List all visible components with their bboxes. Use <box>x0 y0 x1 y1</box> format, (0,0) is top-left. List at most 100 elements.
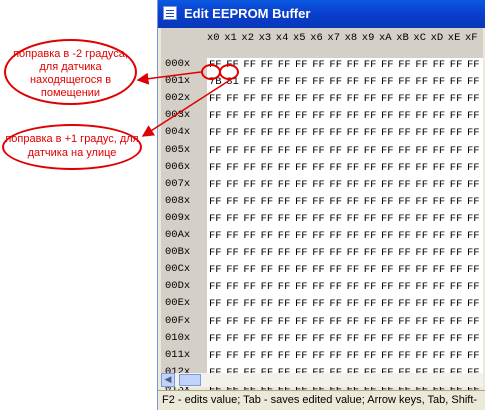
hex-cell[interactable]: FF <box>467 280 480 294</box>
hex-cell[interactable]: FF <box>381 58 394 72</box>
hex-cell[interactable]: FF <box>261 315 274 329</box>
hex-cell[interactable]: FF <box>381 349 394 363</box>
hex-cell[interactable]: FF <box>433 212 446 226</box>
hex-cell[interactable]: FF <box>329 332 342 346</box>
hex-cell[interactable]: FF <box>243 144 256 158</box>
hex-cell[interactable]: FF <box>329 161 342 175</box>
hex-cell[interactable]: FF <box>450 212 463 226</box>
hex-cell[interactable]: FF <box>209 332 222 346</box>
title-bar[interactable]: Edit EEPROM Buffer <box>158 0 485 28</box>
hex-cell[interactable]: FF <box>278 212 291 226</box>
hex-cell[interactable]: FF <box>295 229 308 243</box>
hex-cell[interactable]: FF <box>381 144 394 158</box>
hex-cell[interactable]: FF <box>226 349 239 363</box>
hex-cell[interactable]: FF <box>209 212 222 226</box>
hex-cell[interactable]: FF <box>415 229 428 243</box>
hex-cell[interactable]: FF <box>226 297 239 311</box>
hex-cell[interactable]: FF <box>450 178 463 192</box>
hex-cell[interactable]: FF <box>312 263 325 277</box>
hex-cell[interactable]: FF <box>226 178 239 192</box>
hex-cell[interactable]: FF <box>278 263 291 277</box>
hex-cell[interactable]: FF <box>381 92 394 106</box>
hex-cell[interactable]: FF <box>467 58 480 72</box>
hex-cell[interactable]: FF <box>433 349 446 363</box>
hex-cell[interactable]: FF <box>450 315 463 329</box>
hex-cell[interactable]: FF <box>329 195 342 209</box>
hex-cell[interactable]: FF <box>433 332 446 346</box>
hex-cell[interactable]: FF <box>347 280 360 294</box>
hex-cell[interactable]: FF <box>209 126 222 140</box>
scroll-thumb[interactable] <box>179 374 201 386</box>
hex-cell[interactable]: FF <box>347 229 360 243</box>
hex-cell[interactable]: FF <box>398 263 411 277</box>
hex-cell[interactable]: FF <box>364 144 377 158</box>
hex-cell[interactable]: FF <box>261 246 274 260</box>
hex-cell[interactable]: FF <box>398 246 411 260</box>
hex-cell[interactable]: FF <box>467 144 480 158</box>
hex-cell[interactable]: FF <box>398 332 411 346</box>
hex-cell[interactable]: FF <box>278 315 291 329</box>
hex-cell[interactable]: FF <box>381 178 394 192</box>
hex-cell[interactable]: FF <box>312 212 325 226</box>
hex-cell[interactable]: FF <box>467 212 480 226</box>
hex-cell[interactable]: FF <box>329 126 342 140</box>
hex-cell[interactable]: FF <box>398 161 411 175</box>
horizontal-scrollbar[interactable]: ◀ <box>161 373 483 387</box>
hex-cell[interactable]: FF <box>295 178 308 192</box>
hex-cell[interactable]: FF <box>381 263 394 277</box>
hex-cell[interactable]: FF <box>329 229 342 243</box>
hex-cell[interactable]: FF <box>261 144 274 158</box>
hex-cell[interactable]: FF <box>381 195 394 209</box>
hex-cell[interactable]: FF <box>243 75 256 89</box>
hex-cell[interactable]: FF <box>209 109 222 123</box>
hex-cell[interactable]: FF <box>450 349 463 363</box>
hex-cell[interactable]: FF <box>312 178 325 192</box>
hex-cell[interactable]: FF <box>364 75 377 89</box>
hex-cell[interactable]: FF <box>433 144 446 158</box>
hex-cell[interactable]: FF <box>261 332 274 346</box>
hex-cell[interactable]: FF <box>347 75 360 89</box>
hex-cell[interactable]: FF <box>278 297 291 311</box>
hex-cell[interactable]: FF <box>261 92 274 106</box>
hex-cell[interactable]: FF <box>329 144 342 158</box>
hex-cell[interactable]: FF <box>467 75 480 89</box>
hex-cell[interactable]: FF <box>398 92 411 106</box>
hex-cell[interactable]: FF <box>295 246 308 260</box>
hex-cell[interactable]: FF <box>450 126 463 140</box>
hex-cell[interactable]: FF <box>278 195 291 209</box>
hex-cell[interactable]: FF <box>329 349 342 363</box>
hex-cell[interactable]: FF <box>398 349 411 363</box>
hex-cell[interactable]: FF <box>243 315 256 329</box>
hex-cell[interactable]: FF <box>467 229 480 243</box>
hex-cell[interactable]: FF <box>278 58 291 72</box>
hex-cell[interactable]: FF <box>398 75 411 89</box>
hex-cell[interactable]: FF <box>261 229 274 243</box>
hex-cell[interactable]: FF <box>398 126 411 140</box>
hex-cell[interactable]: FF <box>209 349 222 363</box>
hex-cell[interactable]: FF <box>243 332 256 346</box>
hex-cell[interactable]: FF <box>347 109 360 123</box>
hex-cell[interactable]: FF <box>226 280 239 294</box>
hex-cell[interactable]: FF <box>329 246 342 260</box>
hex-cell[interactable]: FF <box>312 229 325 243</box>
hex-cell[interactable]: FF <box>295 195 308 209</box>
hex-cell[interactable]: FF <box>243 349 256 363</box>
hex-cell[interactable]: FF <box>295 315 308 329</box>
hex-cell[interactable]: FF <box>295 280 308 294</box>
hex-cell[interactable]: FF <box>381 75 394 89</box>
hex-cell[interactable]: FF <box>415 144 428 158</box>
hex-cell[interactable]: FF <box>347 144 360 158</box>
hex-cell[interactable]: FF <box>398 229 411 243</box>
hex-cell[interactable]: FF <box>381 161 394 175</box>
hex-cell[interactable]: FF <box>347 58 360 72</box>
hex-cell[interactable]: FF <box>329 315 342 329</box>
hex-cell[interactable]: FF <box>312 195 325 209</box>
hex-cell[interactable]: FF <box>295 75 308 89</box>
hex-cell[interactable]: FF <box>278 75 291 89</box>
hex-cell[interactable]: FF <box>347 246 360 260</box>
hex-cell[interactable]: FF <box>381 297 394 311</box>
hex-cell[interactable]: FF <box>243 58 256 72</box>
hex-cell[interactable]: FF <box>415 195 428 209</box>
hex-cell[interactable]: FF <box>398 280 411 294</box>
hex-cell[interactable]: FF <box>364 161 377 175</box>
